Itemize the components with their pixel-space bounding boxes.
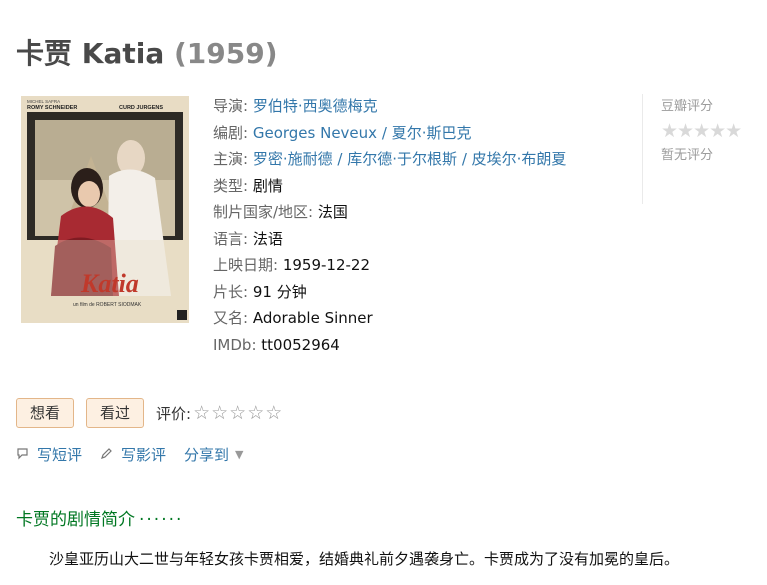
genre-label: 类型: [213,176,249,195]
action-bar: 想看 看过 评价: ☆☆☆☆☆ [16,398,283,428]
cast-row: 主演: 罗密·施耐德 / 库尔德·于尔根斯 / 皮埃尔·布朗夏 [213,146,566,173]
movie-year: (1959) [173,37,278,70]
watched-button[interactable]: 看过 [86,398,145,428]
summary-heading-dots: ······ [139,510,184,530]
separator: / [461,150,467,168]
chevron-down-icon: ▼ [235,448,244,461]
poster-star-2: CURD JURGENS [119,105,163,111]
writer-row: 编剧: Georges Neveux / 夏尔·斯巴克 [213,120,566,147]
summary-heading-text: 卡贾的剧情简介 [16,510,135,530]
summary-text: 沙皇亚历山大二世与年轻女孩卡贾相爱，结婚典礼前夕遇袭身亡。卡贾成为了没有加冕的皇… [49,550,680,568]
release-value: 1959-12-22 [282,256,371,274]
runtime-row: 片长: 91 分钟 [213,279,566,306]
poster-star-1: ROMY SCHNEIDER [27,105,77,111]
writer-label: 编剧: [213,123,249,142]
genre-value: 剧情 [252,176,283,195]
aka-row: 又名: Adorable Sinner [213,305,566,332]
aka-value: Adorable Sinner [252,309,373,327]
write-links: 写短评 写影评 分享到 ▼ [16,444,262,465]
poster-director-line: un film de ROBERT SIODMAK [73,302,142,308]
language-row: 语言: 法语 [213,226,566,253]
no-rating-text: 暂无评分 [661,148,714,163]
writer-link-2[interactable]: 夏尔·斯巴克 [392,124,472,142]
release-label: 上映日期: [213,256,279,274]
movie-name: 卡贾 Katia [16,37,165,70]
rate-label: 评价: [156,404,192,423]
want-to-watch-button[interactable]: 想看 [16,398,75,428]
short-review-label: 写短评 [37,446,83,464]
imdb-row: IMDb: tt0052964 [213,332,566,359]
rating-stars-icon: ★★★★★ [661,120,742,142]
aka-label: 又名: [213,309,249,327]
summary-heading: 卡贾的剧情简介 ······ [16,505,183,530]
country-row: 制片国家/地区: 法国 [213,199,566,226]
imdb-value: tt0052964 [261,335,340,354]
rating-panel: 豆瓣评分 ★★★★★ 暂无评分 [642,94,767,204]
pencil-icon [100,446,113,464]
director-label: 导演: [213,97,249,115]
movie-info: 导演: 罗伯特·西奥德梅克 编剧: Georges Neveux / 夏尔·斯巴… [213,93,566,358]
imdb-label: IMDb: [213,335,257,354]
separator: / [381,123,387,142]
runtime-label: 片长: [213,282,249,301]
language-label: 语言: [213,229,249,248]
cast-link-3[interactable]: 皮埃尔·布朗夏 [472,150,567,168]
director-link[interactable]: 罗伯特·西奥德梅克 [253,97,378,115]
review-label: 写影评 [121,446,167,464]
share-dropdown[interactable]: 分享到 ▼ [184,444,243,465]
page-title: 卡贾 Katia (1959) [16,32,278,72]
poster-movie-title: Katia [80,269,139,298]
movie-poster[interactable]: MICHEL SAFRA ROMY SCHNEIDER CURD JURGENS… [21,96,189,323]
cast-label: 主演: [213,150,249,168]
comment-icon [16,446,29,464]
writer-link-1[interactable]: Georges Neveux [253,124,377,142]
language-value: 法语 [252,229,283,248]
separator: / [337,150,343,168]
runtime-value: 91 分钟 [252,282,307,301]
genre-row: 类型: 剧情 [213,173,566,200]
review-link[interactable]: 写影评 [100,444,166,465]
director-row: 导演: 罗伯特·西奥德梅克 [213,93,566,120]
rating-label: 豆瓣评分 [661,99,714,114]
cast-link-2[interactable]: 库尔德·于尔根斯 [347,150,457,168]
country-value: 法国 [317,203,348,221]
share-label: 分享到 [184,446,230,464]
short-review-link[interactable]: 写短评 [16,444,82,465]
rate-stars-icon[interactable]: ☆☆☆☆☆ [193,402,283,424]
release-row: 上映日期: 1959-12-22 [213,252,566,279]
cast-link-1[interactable]: 罗密·施耐德 [253,150,333,168]
poster-credit-top: MICHEL SAFRA [27,99,60,104]
country-label: 制片国家/地区: [213,203,314,221]
